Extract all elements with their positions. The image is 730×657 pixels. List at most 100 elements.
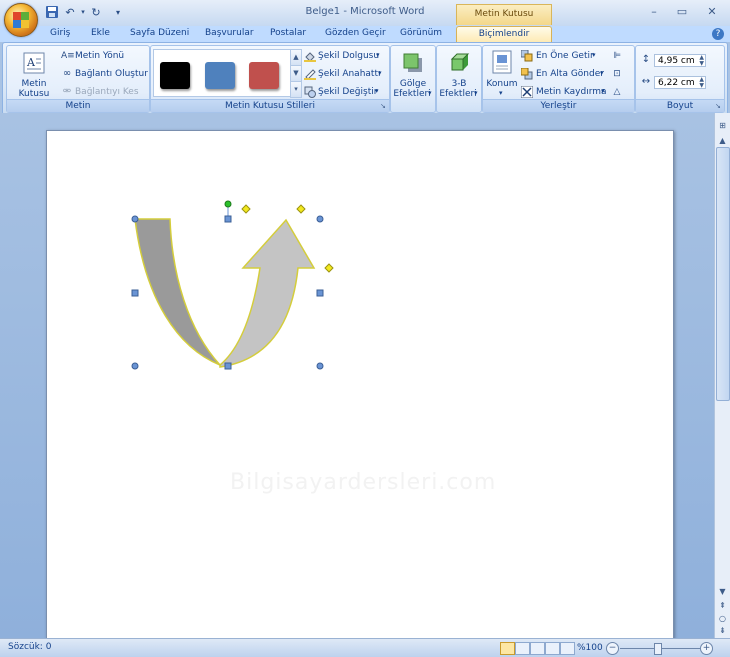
resize-handle-middle-left[interactable]: [131, 289, 139, 297]
change-shape-dropdown-icon[interactable]: ▾: [375, 87, 379, 95]
u-turn-arrow-shape[interactable]: [120, 195, 345, 380]
adjust-handle-3[interactable]: [324, 263, 334, 273]
scroll-up-icon[interactable]: ▲: [716, 134, 729, 147]
draft-view-icon[interactable]: [560, 642, 575, 655]
adjust-handle-2[interactable]: [296, 204, 306, 214]
group-textbox-styles: ▲ ▼ ▾ Şekil Dolgusu ▾ Şekil Anahattı ▾ Ş…: [150, 45, 390, 113]
text-wrap-label[interactable]: Metin Kaydırma: [536, 87, 607, 97]
send-back-dropdown-icon[interactable]: ▾: [600, 69, 604, 77]
resize-handle-top-right[interactable]: [316, 215, 324, 223]
group-objects-icon[interactable]: ⊡: [611, 68, 623, 80]
tab-gozden-gecir[interactable]: Gözden Geçir: [325, 26, 386, 42]
tab-basvurular[interactable]: Başvurular: [205, 26, 254, 42]
size-dialog-launcher-icon[interactable]: ↘: [715, 103, 722, 110]
group-label-textbox-styles: Metin Kutusu Stilleri: [151, 99, 389, 112]
zoom-slider-thumb[interactable]: [654, 643, 662, 655]
3d-effects-label-1[interactable]: 3-B: [437, 79, 481, 89]
shape-outline-dropdown-icon[interactable]: ▾: [378, 69, 382, 77]
shape-fill-icon[interactable]: [304, 50, 316, 62]
shadow-effects-label-2[interactable]: Efektleri: [393, 89, 431, 99]
full-screen-reading-view-icon[interactable]: [515, 642, 530, 655]
create-link-label[interactable]: Bağlantı Oluştur: [75, 69, 148, 79]
resize-handle-bottom-left[interactable]: [131, 362, 139, 370]
group-metin: A Metin Kutusu Çiz A≡ Metin Yönü ∞ Bağla…: [6, 45, 150, 113]
scroll-down-icon[interactable]: ▼: [716, 585, 729, 598]
resize-handle-middle-right[interactable]: [316, 289, 324, 297]
text-direction-icon[interactable]: A≡: [61, 50, 75, 62]
shape-fill-label[interactable]: Şekil Dolgusu: [318, 51, 379, 61]
rotate-icon[interactable]: △: [611, 86, 623, 98]
shape-height-stepper-icon[interactable]: ▲ ▼: [699, 55, 704, 67]
close-icon[interactable]: ✕: [700, 4, 724, 20]
shape-outline-icon[interactable]: [304, 68, 316, 80]
adjust-handle-1[interactable]: [241, 204, 251, 214]
style-swatch-blue[interactable]: [205, 62, 235, 89]
3d-effects-dropdown-icon[interactable]: ▾: [474, 89, 478, 97]
help-icon[interactable]: ?: [712, 28, 724, 40]
maximize-icon[interactable]: ▭: [670, 4, 694, 20]
3d-effects-label-2[interactable]: Efektleri: [439, 89, 477, 99]
resize-handle-bottom-right[interactable]: [316, 362, 324, 370]
svg-text:A: A: [26, 56, 36, 69]
tab-postalar[interactable]: Postalar: [270, 26, 306, 42]
shape-width-stepper-icon[interactable]: ▲ ▼: [699, 77, 704, 89]
web-layout-view-icon[interactable]: [530, 642, 545, 655]
styles-dialog-launcher-icon[interactable]: ↘: [380, 103, 387, 110]
tab-gorunum[interactable]: Görünüm: [400, 26, 442, 42]
next-page-icon[interactable]: ⇟: [716, 624, 729, 637]
rotation-handle[interactable]: [224, 200, 232, 208]
tab-bicimlendir[interactable]: Biçimlendir: [456, 26, 552, 43]
outline-view-icon[interactable]: [545, 642, 560, 655]
shape-outline-label[interactable]: Şekil Anahattı: [318, 69, 380, 79]
gallery-scroll-down-icon[interactable]: ▼: [290, 65, 302, 82]
shadow-effects-icon[interactable]: [400, 50, 426, 76]
position-icon[interactable]: [489, 49, 515, 75]
resize-handle-top-left[interactable]: [131, 215, 139, 223]
draw-textbox-icon[interactable]: A: [21, 50, 47, 76]
send-back-icon[interactable]: [520, 67, 533, 80]
word-count[interactable]: Sözcük: 0: [8, 642, 51, 652]
office-button[interactable]: [4, 3, 38, 37]
tab-ekle[interactable]: Ekle: [91, 26, 110, 42]
gallery-more-icon[interactable]: ▾: [290, 81, 302, 98]
shadow-effects-label-1[interactable]: Gölge: [391, 79, 435, 89]
bring-front-icon[interactable]: [520, 49, 533, 62]
text-direction-label[interactable]: Metin Yönü: [75, 51, 124, 61]
resize-handle-top-center[interactable]: [224, 215, 232, 223]
align-icon[interactable]: ⊫: [611, 50, 623, 62]
vertical-scrollbar[interactable]: ⊞ ▲ ▼ ⇞ ○ ⇟: [714, 113, 730, 638]
bring-front-dropdown-icon[interactable]: ▾: [592, 51, 596, 59]
tab-giris[interactable]: Giriş: [50, 26, 70, 42]
context-tools-title: Metin Kutusu Araçları: [456, 4, 552, 38]
group-shadow-effects: Gölge Efektleri ▾: [390, 45, 436, 113]
bring-front-label[interactable]: En Öne Getir: [536, 51, 594, 61]
style-swatch-black[interactable]: [160, 62, 190, 89]
shape-width-input[interactable]: 6,22 cm ▲ ▼: [654, 76, 706, 89]
tab-sayfa-duzeni[interactable]: Sayfa Düzeni: [130, 26, 189, 42]
arrow-left-limb[interactable]: [134, 218, 221, 366]
zoom-out-icon[interactable]: −: [606, 642, 619, 655]
zoom-level[interactable]: %100: [577, 643, 603, 653]
3d-effects-icon[interactable]: [446, 50, 472, 76]
arrow-right-limb[interactable]: [219, 218, 316, 368]
print-layout-view-icon[interactable]: [500, 642, 515, 655]
style-swatch-red[interactable]: [249, 62, 279, 89]
resize-handle-bottom-center[interactable]: [224, 362, 232, 370]
send-back-label[interactable]: En Alta Gönder: [536, 69, 604, 79]
create-link-icon[interactable]: ∞: [61, 68, 73, 80]
shadow-effects-dropdown-icon[interactable]: ▾: [428, 89, 432, 97]
text-wrap-dropdown-icon[interactable]: ▾: [601, 87, 605, 95]
minimize-icon[interactable]: –: [642, 4, 666, 20]
zoom-in-icon[interactable]: +: [700, 642, 713, 655]
ruler-toggle-icon[interactable]: ⊞: [716, 119, 729, 132]
previous-page-icon[interactable]: ⇞: [716, 599, 729, 612]
position-dropdown-icon[interactable]: ▾: [499, 89, 503, 97]
change-shape-label[interactable]: Şekil Değiştir: [318, 87, 377, 97]
scroll-thumb[interactable]: [716, 147, 730, 401]
position-label[interactable]: Konum: [485, 79, 519, 89]
gallery-scroll-up-icon[interactable]: ▲: [290, 49, 302, 66]
shape-height-input[interactable]: 4,95 cm ▲ ▼: [654, 54, 706, 67]
text-wrap-icon[interactable]: [520, 85, 534, 99]
shape-fill-dropdown-icon[interactable]: ▾: [376, 51, 380, 59]
change-shape-icon[interactable]: [304, 86, 316, 98]
